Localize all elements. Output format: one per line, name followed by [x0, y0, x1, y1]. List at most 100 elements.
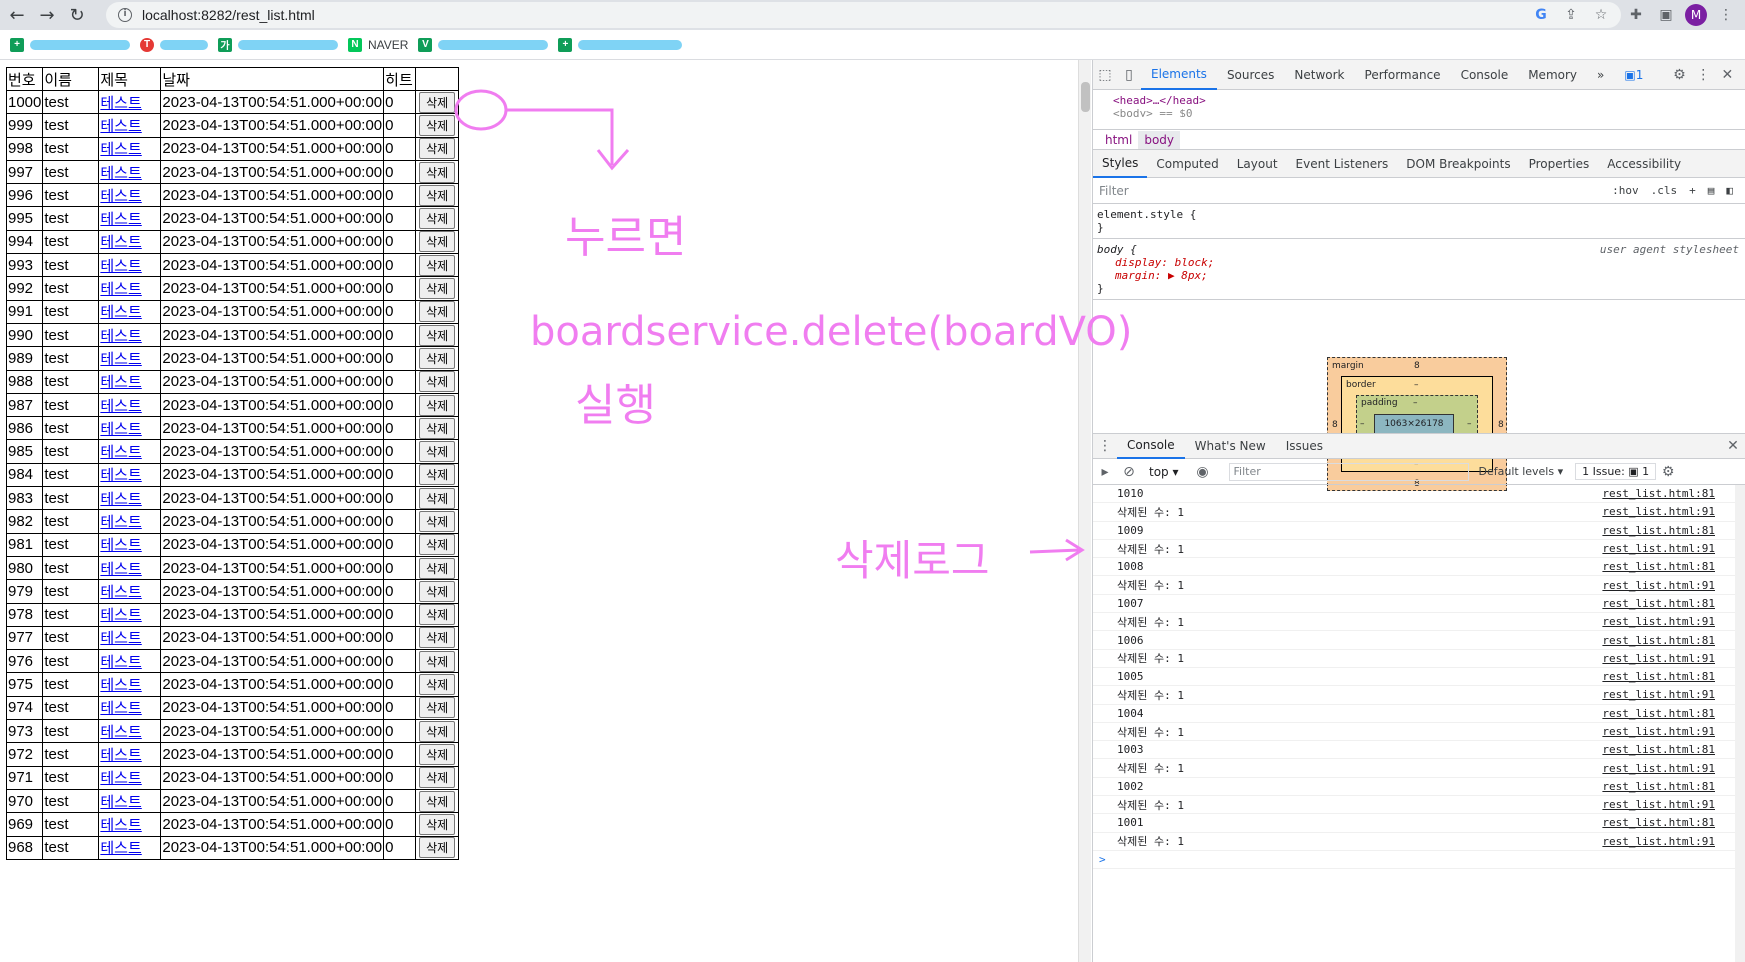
title-link[interactable]: 테스트	[100, 328, 141, 345]
prop-display[interactable]: display: block;	[1097, 256, 1741, 269]
title-link[interactable]: 테스트	[100, 118, 141, 135]
devtools-tab-elements[interactable]: Elements	[1141, 60, 1217, 90]
delete-button[interactable]: 삭제	[419, 790, 456, 812]
console-filter-input[interactable]: Filter	[1228, 462, 1469, 481]
context-selector[interactable]: top ▾	[1149, 465, 1179, 479]
log-source-link[interactable]: rest_list.html:81	[1602, 670, 1715, 683]
new-rule-icon[interactable]: +	[1689, 184, 1696, 197]
cls-toggle[interactable]: .cls	[1651, 184, 1678, 197]
title-link[interactable]: 테스트	[100, 304, 141, 321]
log-source-link[interactable]: rest_list.html:81	[1602, 597, 1715, 610]
title-link[interactable]: 테스트	[100, 281, 141, 298]
tab-whats-new[interactable]: What's New	[1185, 433, 1276, 459]
log-source-link[interactable]: rest_list.html:91	[1602, 579, 1715, 592]
clear-console-icon[interactable]: ⊘	[1117, 460, 1141, 484]
title-link[interactable]: 테스트	[100, 607, 141, 624]
tab-issues[interactable]: Issues	[1276, 433, 1333, 459]
title-link[interactable]: 테스트	[100, 654, 141, 671]
delete-button[interactable]: 삭제	[419, 371, 456, 393]
title-link[interactable]: 테스트	[100, 351, 141, 368]
log-source-link[interactable]: rest_list.html:81	[1602, 560, 1715, 573]
delete-button[interactable]: 삭제	[419, 394, 456, 416]
eye-icon[interactable]: ◉	[1191, 460, 1215, 484]
delete-button[interactable]: 삭제	[419, 254, 456, 276]
title-link[interactable]: 테스트	[100, 234, 141, 251]
sidebar-toggle-icon[interactable]: ◧	[1726, 184, 1733, 197]
log-source-link[interactable]: rest_list.html:91	[1602, 725, 1715, 738]
title-link[interactable]: 테스트	[100, 211, 141, 228]
close-icon[interactable]: ✕	[1715, 63, 1739, 87]
console-prompt[interactable]: >	[1093, 851, 1745, 870]
crumb-html[interactable]: html	[1099, 131, 1138, 149]
title-link[interactable]: 테스트	[100, 537, 141, 554]
delete-button[interactable]: 삭제	[419, 697, 456, 719]
styles-filter-input[interactable]: Filter	[1099, 184, 1612, 198]
bookmark-item[interactable]: V	[418, 37, 549, 52]
subtab-accessibility[interactable]: Accessibility	[1598, 150, 1690, 178]
title-link[interactable]: 테스트	[100, 491, 141, 508]
hov-toggle[interactable]: :hov	[1612, 184, 1639, 197]
title-link[interactable]: 테스트	[100, 700, 141, 717]
delete-button[interactable]: 삭제	[419, 487, 456, 509]
log-source-link[interactable]: rest_list.html:91	[1602, 688, 1715, 701]
delete-button[interactable]: 삭제	[419, 813, 456, 835]
title-link[interactable]: 테스트	[100, 165, 141, 182]
delete-button[interactable]: 삭제	[419, 301, 456, 323]
delete-button[interactable]: 삭제	[419, 837, 456, 859]
box-model-content[interactable]: 1063×26178	[1374, 414, 1454, 434]
title-link[interactable]: 테스트	[100, 630, 141, 647]
title-link[interactable]: 테스트	[100, 188, 141, 205]
device-toggle-icon[interactable]: ▯	[1117, 63, 1141, 87]
subtab-computed[interactable]: Computed	[1147, 150, 1227, 178]
delete-button[interactable]: 삭제	[419, 138, 456, 160]
log-source-link[interactable]: rest_list.html:81	[1602, 780, 1715, 793]
title-link[interactable]: 테스트	[100, 840, 141, 857]
kebab-menu-icon[interactable]: ⋮	[1691, 63, 1715, 87]
bookmark-item[interactable]: T	[140, 37, 208, 52]
tab-console[interactable]: Console	[1117, 433, 1185, 459]
console-sidebar-icon[interactable]: ▸	[1093, 460, 1117, 484]
log-source-link[interactable]: rest_list.html:91	[1602, 542, 1715, 555]
crumb-body[interactable]: body	[1138, 130, 1181, 149]
back-icon[interactable]: ←	[4, 2, 30, 28]
side-panel-icon[interactable]: ▣	[1655, 4, 1677, 26]
devtools-tab-console[interactable]: Console	[1451, 60, 1519, 90]
menu-icon[interactable]: ⋮	[1715, 4, 1737, 26]
delete-button[interactable]: 삭제	[419, 161, 456, 183]
subtab-styles[interactable]: Styles	[1093, 150, 1148, 178]
delete-button[interactable]: 삭제	[419, 347, 456, 369]
log-source-link[interactable]: rest_list.html:91	[1602, 505, 1715, 518]
log-source-link[interactable]: rest_list.html:91	[1602, 835, 1715, 848]
drawer-menu-icon[interactable]: ⋮	[1093, 434, 1117, 458]
title-link[interactable]: 테스트	[100, 514, 141, 531]
scrollbar-thumb[interactable]	[1081, 82, 1090, 112]
log-source-link[interactable]: rest_list.html:81	[1602, 634, 1715, 647]
devtools-tab-performance[interactable]: Performance	[1355, 60, 1451, 90]
delete-button[interactable]: 삭제	[419, 627, 456, 649]
inspect-icon[interactable]: ⬚	[1093, 63, 1117, 87]
delete-button[interactable]: 삭제	[419, 604, 456, 626]
prop-margin[interactable]: margin: ▶ 8px;	[1097, 269, 1741, 282]
title-link[interactable]: 테스트	[100, 770, 141, 787]
reload-icon[interactable]: ↻	[64, 2, 90, 28]
extensions-icon[interactable]: ✚	[1625, 4, 1647, 26]
issues-badge[interactable]: 1 Issue: ▣ 1	[1575, 463, 1657, 480]
share-icon[interactable]: ⇪	[1561, 5, 1581, 25]
delete-button[interactable]: 삭제	[419, 441, 456, 463]
devtools-tab-memory[interactable]: Memory	[1518, 60, 1587, 90]
delete-button[interactable]: 삭제	[419, 91, 456, 113]
delete-button[interactable]: 삭제	[419, 324, 456, 346]
bookmark-star-icon[interactable]: ☆	[1591, 5, 1611, 25]
title-link[interactable]: 테스트	[100, 747, 141, 764]
title-link[interactable]: 테스트	[100, 817, 141, 834]
bookmark-item[interactable]: +	[10, 37, 130, 52]
title-link[interactable]: 테스트	[100, 794, 141, 811]
delete-button[interactable]: 삭제	[419, 510, 456, 532]
paint-icon[interactable]: ▤	[1708, 184, 1715, 197]
avatar[interactable]: M	[1685, 4, 1707, 26]
devtools-tab-network[interactable]: Network	[1284, 60, 1354, 90]
address-bar[interactable]: i localhost:8282/rest_list.html G ⇪ ☆	[106, 2, 1621, 28]
dom-node-body[interactable]: <body> == $0	[1113, 107, 1745, 117]
log-source-link[interactable]: rest_list.html:81	[1602, 487, 1715, 500]
log-source-link[interactable]: rest_list.html:81	[1602, 816, 1715, 829]
